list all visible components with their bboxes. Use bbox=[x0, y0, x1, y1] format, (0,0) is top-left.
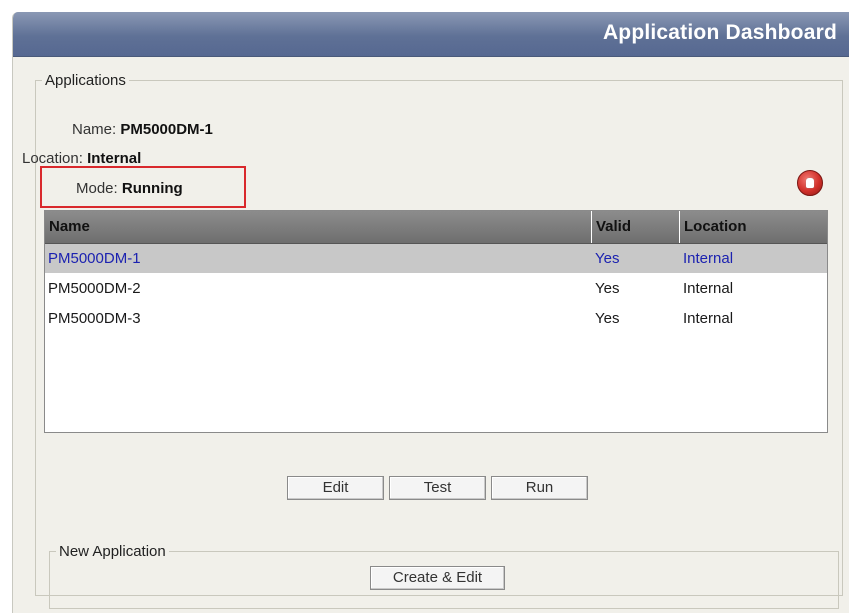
stop-hand-icon[interactable] bbox=[797, 170, 823, 196]
table-row[interactable]: PM5000DM-1 Yes Internal bbox=[45, 244, 827, 273]
new-application-legend: New Application bbox=[59, 543, 166, 560]
cell-name: PM5000DM-2 bbox=[48, 280, 141, 297]
applications-legend: Applications bbox=[45, 72, 126, 89]
cell-valid: Yes bbox=[595, 310, 620, 327]
test-button[interactable]: Test bbox=[389, 476, 486, 500]
cell-location: Internal bbox=[683, 250, 734, 267]
mode-label: Mode: bbox=[76, 180, 118, 197]
column-header-name[interactable]: Name bbox=[45, 211, 592, 243]
title-bar: Application Dashboard bbox=[13, 12, 849, 57]
name-value: PM5000DM-1 bbox=[120, 121, 213, 138]
edit-button[interactable]: Edit bbox=[287, 476, 384, 500]
name-label: Name: bbox=[72, 121, 117, 138]
window-title: Application Dashboard bbox=[602, 21, 837, 44]
app-location-line: Location: Internal bbox=[22, 150, 141, 164]
table-row[interactable]: PM5000DM-2 Yes Internal bbox=[45, 274, 827, 303]
app-name-line: Name: PM5000DM-1 bbox=[72, 121, 213, 138]
location-value: Internal bbox=[87, 150, 142, 164]
table-row[interactable]: PM5000DM-3 Yes Internal bbox=[45, 304, 827, 333]
table-header: Name Valid Location bbox=[45, 211, 827, 244]
cell-valid: Yes bbox=[595, 280, 620, 297]
cell-location: Internal bbox=[683, 310, 734, 327]
create-and-edit-button[interactable]: Create & Edit bbox=[370, 566, 505, 590]
app-mode-line: Mode: Running bbox=[76, 180, 183, 197]
mode-value: Running bbox=[121, 180, 183, 197]
cell-name: PM5000DM-1 bbox=[48, 250, 141, 267]
run-button[interactable]: Run bbox=[491, 476, 588, 500]
cell-location: Internal bbox=[683, 280, 734, 297]
column-header-location[interactable]: Location bbox=[680, 211, 827, 243]
cell-valid: Yes bbox=[595, 250, 620, 267]
cell-name: PM5000DM-3 bbox=[48, 310, 141, 327]
column-header-valid[interactable]: Valid bbox=[592, 211, 680, 243]
applications-table: Name Valid Location PM5000DM-1 Yes Inter… bbox=[44, 210, 828, 433]
location-label: Location: bbox=[22, 150, 83, 164]
